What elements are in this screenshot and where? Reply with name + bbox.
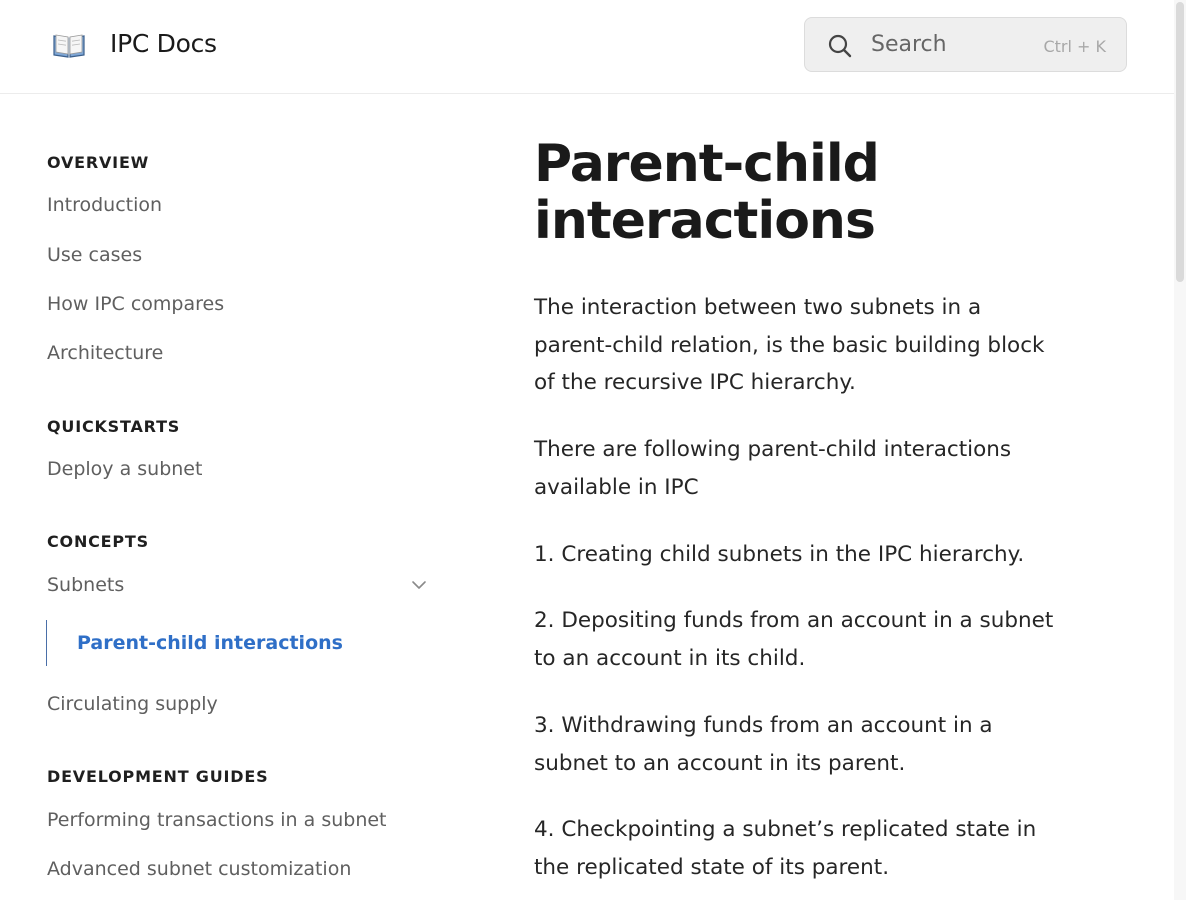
search-placeholder: Search [871, 32, 947, 57]
sidebar-item-architecture[interactable]: Architecture [47, 342, 163, 364]
open-book-icon[interactable] [52, 30, 86, 60]
sidebar-item-use-cases[interactable]: Use cases [47, 244, 142, 266]
scrollbar-thumb[interactable] [1176, 2, 1184, 282]
page-title: Parent-child interactions [534, 134, 880, 251]
sidebar-item-advanced-subnet-customization[interactable]: Advanced subnet customization [47, 858, 351, 880]
sidebar-item-how-ipc-compares[interactable]: How IPC compares [47, 293, 224, 315]
sidebar-item-performing-transactions[interactable]: Performing transactions in a subnet [47, 809, 387, 831]
section-title-quickstarts: QUICKSTARTS [47, 417, 181, 436]
page-scrollbar[interactable] [1174, 0, 1186, 900]
active-indicator [46, 620, 47, 666]
search-input[interactable]: Search Ctrl + K [804, 17, 1127, 72]
list-intro-paragraph: There are following parent-child interac… [534, 437, 1012, 500]
sidebar-item-subnets[interactable]: Subnets [47, 574, 124, 596]
sidebar-item-parent-child-interactions[interactable]: Parent-child interactions [77, 632, 343, 654]
sidebar-item-circulating-supply[interactable]: Circulating supply [47, 693, 218, 715]
list-item: 3. Withdrawing funds from an account in … [534, 713, 993, 776]
list-item: 2. Depositing funds from an account in a… [534, 608, 1054, 671]
list-item: 1. Creating child subnets in the IPC hie… [534, 542, 1025, 567]
section-title-development-guides: DEVELOPMENT GUIDES [47, 767, 269, 786]
chevron-down-icon[interactable] [410, 576, 428, 594]
section-title-overview: OVERVIEW [47, 153, 150, 172]
sidebar-item-deploy-a-subnet[interactable]: Deploy a subnet [47, 458, 202, 480]
section-title-concepts: CONCEPTS [47, 532, 149, 551]
list-item: 4. Checkpointing a subnet’s replicated s… [534, 817, 1037, 880]
sidebar-nav: OVERVIEW Introduction Use cases How IPC … [0, 94, 460, 900]
sidebar-item-introduction[interactable]: Introduction [47, 194, 162, 216]
site-title[interactable]: IPC Docs [110, 29, 217, 58]
search-shortcut-hint: Ctrl + K [1043, 37, 1106, 56]
top-navbar: IPC Docs Search Ctrl + K [0, 0, 1174, 94]
intro-paragraph: The interaction between two subnets in a… [534, 295, 1045, 395]
search-icon [827, 33, 853, 59]
